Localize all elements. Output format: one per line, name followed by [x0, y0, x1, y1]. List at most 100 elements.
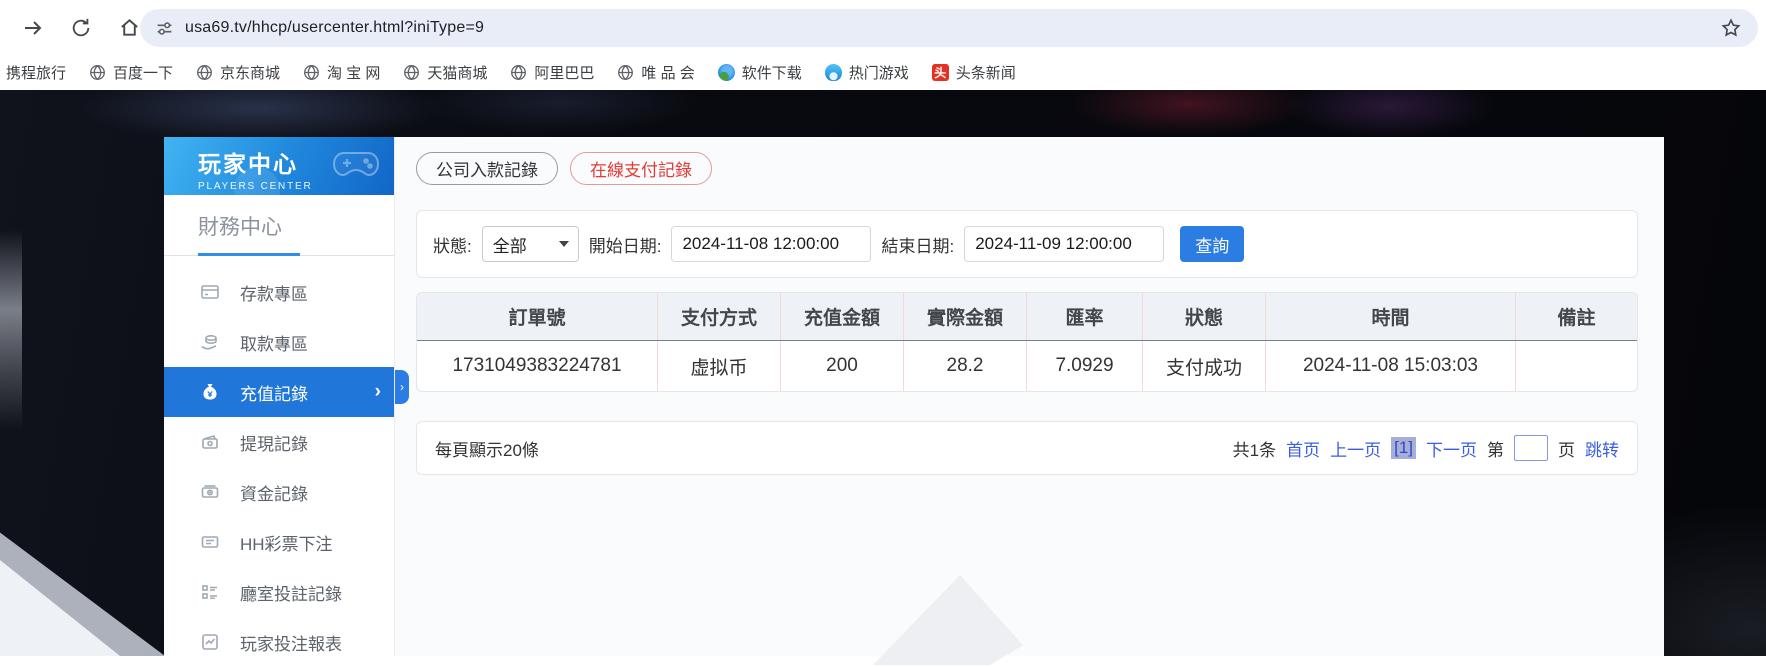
sidebar-menu: 存款專區 取款專區 充值記錄 › 提現記錄 資金記錄 HH彩票下注 廳室投註記錄… — [164, 267, 394, 667]
sidebar-item-deposit[interactable]: 存款專區 — [164, 267, 394, 317]
sidebar-toggle-handle[interactable]: › — [395, 370, 409, 404]
funds-icon — [200, 482, 220, 502]
sidebar: 玩家中心 PLAYERS CENTER 財務中心 存款專區 取款專區 充值記錄 … — [164, 137, 395, 656]
jump-page-input[interactable] — [1514, 435, 1548, 461]
bookmark-taobao[interactable]: 淘 宝 网 — [303, 62, 380, 83]
cell-order-number: 1731049383224781 — [452, 355, 622, 376]
header-order-number: 訂單號 — [508, 308, 566, 329]
cell-recharge-amount: 200 — [780, 341, 903, 391]
bookmark-games[interactable]: 热门游戏 — [824, 62, 909, 83]
bookmarks-bar: 携程旅行 百度一下 京东商城 淘 宝 网 天猫商城 阿里巴巴 唯 品 会 软件下… — [0, 55, 1766, 90]
bookmark-vip[interactable]: 唯 品 会 — [617, 62, 695, 83]
bookmark-label: 软件下载 — [741, 65, 802, 82]
sidebar-item-player-bet-report[interactable]: 玩家投注報表 — [164, 617, 394, 667]
jump-prefix-text: 第 — [1487, 440, 1504, 460]
withdraw-icon — [200, 332, 220, 352]
penguin-icon — [824, 64, 842, 81]
start-date-label: 開始日期: — [588, 236, 662, 256]
deposit-icon — [200, 282, 220, 302]
sidebar-item-funds-records[interactable]: 資金記錄 — [164, 467, 394, 517]
bookmark-label: 天猫商城 — [427, 65, 488, 82]
status-select-value: 全部 — [492, 236, 527, 256]
background-streak — [0, 230, 22, 430]
home-icon[interactable] — [116, 15, 142, 41]
cash-out-icon — [200, 432, 220, 452]
cell-exchange-rate: 7.0929 — [1026, 341, 1142, 391]
sidebar-item-hh-lottery-bets[interactable]: HH彩票下注 — [164, 517, 394, 567]
bookmark-toutiao[interactable]: 头 头条新闻 — [931, 62, 1016, 83]
record-tabs: 公司入款記錄 在線支付記錄 — [416, 152, 1664, 185]
sidebar-item-withdraw[interactable]: 取款專區 — [164, 317, 394, 367]
list-icon — [200, 582, 220, 602]
cell-time: 2024-11-08 15:03:03 — [1265, 341, 1515, 391]
globe-icon — [303, 64, 320, 81]
bookmark-label: 阿里巴巴 — [534, 65, 595, 82]
globe-icon — [89, 64, 106, 81]
cell-actual-amount: 28.2 — [903, 341, 1026, 391]
globe-icon — [196, 64, 213, 81]
bookmark-star-icon[interactable] — [1720, 17, 1742, 39]
globe-icon — [617, 64, 634, 81]
url-bar[interactable]: usa69.tv/hhcp/usercenter.html?iniType=9 — [140, 9, 1758, 47]
sidebar-item-label: 取款專區 — [240, 334, 308, 354]
cell-status: 支付成功 — [1142, 341, 1265, 391]
header-recharge-amount: 充值金額 — [780, 293, 903, 340]
site-info-icon[interactable] — [156, 20, 173, 37]
bookmark-label: 携程旅行 — [6, 65, 67, 82]
total-count-text: 共1条 — [1232, 440, 1277, 460]
header-time: 時間 — [1265, 293, 1515, 340]
bookmark-baidu[interactable]: 百度一下 — [89, 62, 173, 83]
main-panel: 公司入款記錄 在線支付記錄 狀態: 全部 開始日期: 結束日期: 查詢 訂單號 … — [395, 137, 1664, 665]
table-header-row: 訂單號 支付方式 充值金額 實際金額 匯率 狀態 時間 備註 — [417, 293, 1637, 341]
sidebar-item-withdrawal-records[interactable]: 提現記錄 — [164, 417, 394, 467]
prev-page-link[interactable]: 上一页 — [1330, 436, 1381, 461]
software-download-icon — [717, 64, 735, 81]
bookmark-label: 热门游戏 — [848, 65, 909, 82]
bookmark-label: 淘 宝 网 — [327, 65, 381, 82]
bookmark-label: 京东商城 — [220, 65, 281, 82]
search-button[interactable]: 查詢 — [1180, 226, 1245, 262]
bookmark-label: 头条新闻 — [955, 65, 1016, 82]
globe-icon — [403, 64, 420, 81]
content-card: 玩家中心 PLAYERS CENTER 財務中心 存款專區 取款專區 充值記錄 … — [164, 137, 1664, 665]
pagination-bar: 每頁顯示20條 共1条 首页 上一页 [1] 下一页 第 页 跳转 — [416, 421, 1638, 475]
bookmark-jd[interactable]: 京东商城 — [196, 62, 280, 83]
tab-online-payment-records[interactable]: 在線支付記錄 — [570, 152, 712, 185]
jump-button[interactable]: 跳转 — [1585, 436, 1619, 461]
end-date-label: 結束日期: — [881, 236, 955, 256]
sidebar-item-label: HH彩票下注 — [240, 534, 333, 554]
bookmark-label: 百度一下 — [113, 65, 174, 82]
sidebar-item-label: 存款專區 — [240, 284, 308, 304]
cell-remark — [1515, 341, 1637, 391]
first-page-link[interactable]: 首页 — [1286, 436, 1320, 461]
section-divider — [164, 253, 394, 256]
current-page-badge: [1] — [1391, 437, 1416, 459]
bookmark-alibaba[interactable]: 阿里巴巴 — [510, 62, 594, 83]
tab-company-deposit-records[interactable]: 公司入款記錄 — [416, 152, 558, 185]
bookmark-ctrip[interactable]: 携程旅行 — [6, 62, 66, 83]
bookmark-tmall[interactable]: 天猫商城 — [403, 62, 487, 83]
sidebar-item-label: 廳室投註記錄 — [240, 584, 342, 604]
sidebar-item-hall-bet-records[interactable]: 廳室投註記錄 — [164, 567, 394, 617]
next-page-link[interactable]: 下一页 — [1426, 436, 1477, 461]
background-watermark-triangle — [873, 575, 1023, 665]
cell-payment-method: 虚拟币 — [657, 341, 780, 391]
status-select[interactable]: 全部 — [481, 226, 579, 262]
records-table: 訂單號 支付方式 充值金額 實際金額 匯率 狀態 時間 備註 173104938… — [416, 292, 1638, 392]
gamepad-icon — [330, 141, 382, 185]
sidebar-item-recharge-records[interactable]: 充值記錄 › — [164, 367, 394, 417]
sidebar-item-label: 玩家投注報表 — [240, 634, 342, 654]
url-text[interactable]: usa69.tv/hhcp/usercenter.html?iniType=9 — [185, 19, 484, 37]
header-actual-amount: 實際金額 — [903, 293, 1026, 340]
select-chevron-icon — [558, 241, 569, 247]
money-bag-icon — [200, 382, 220, 402]
header-payment-method: 支付方式 — [657, 293, 780, 340]
end-date-input[interactable] — [964, 226, 1165, 262]
start-date-input[interactable] — [671, 226, 872, 262]
toutiao-icon: 头 — [931, 64, 949, 81]
reload-icon[interactable] — [68, 15, 94, 41]
bookmark-software[interactable]: 软件下载 — [717, 62, 802, 83]
forward-icon[interactable] — [20, 15, 46, 41]
finance-center-heading: 財務中心 — [198, 216, 282, 239]
lottery-ticket-icon — [200, 532, 220, 552]
